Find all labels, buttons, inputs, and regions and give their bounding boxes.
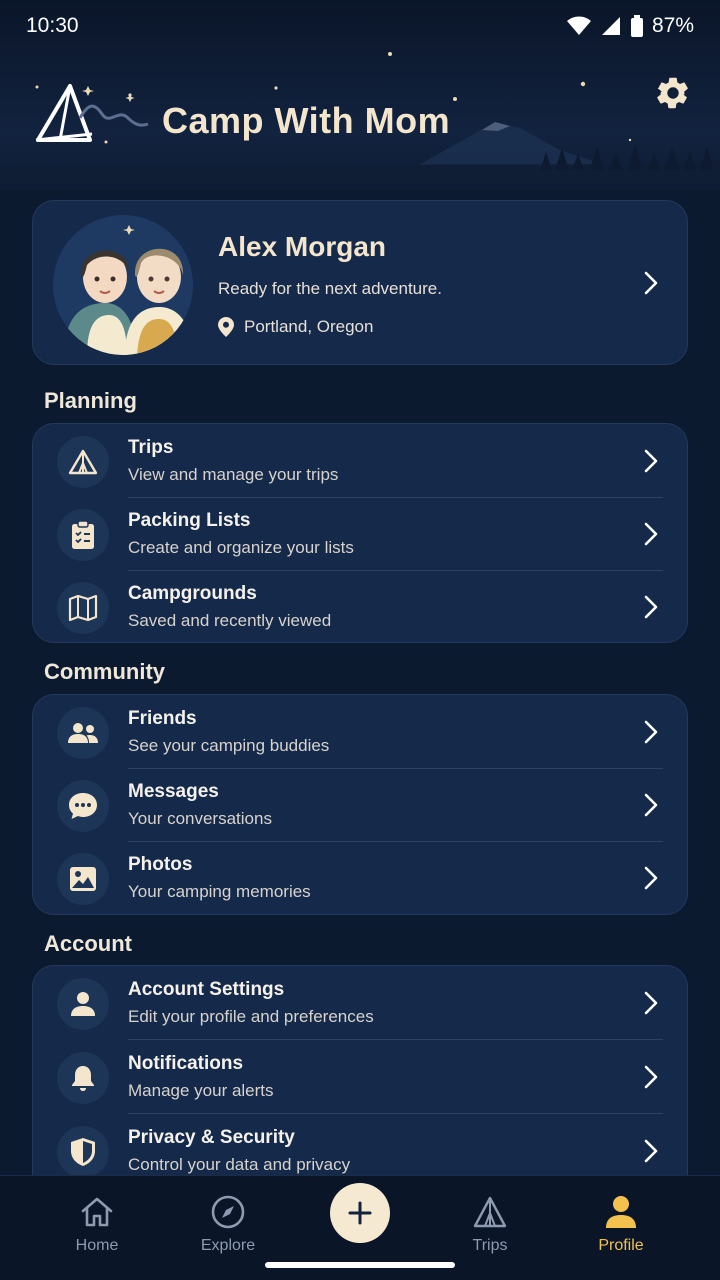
- menu-item-privacy-security[interactable]: Privacy & Security Control your data and…: [33, 1114, 687, 1175]
- app-title: Camp With Mom: [162, 100, 451, 141]
- chevron-right-icon: [644, 866, 658, 890]
- plus-icon: [348, 1201, 372, 1225]
- home-icon: [81, 1197, 113, 1227]
- menu-item-title: Friends: [128, 708, 197, 729]
- compass-icon: [211, 1195, 245, 1229]
- menu-item-title: Trips: [128, 437, 174, 458]
- person-icon: [606, 1196, 636, 1228]
- community-card: Friends See your camping buddies Message…: [32, 694, 688, 915]
- map-icon: [68, 595, 98, 621]
- nav-label: Explore: [200, 1237, 256, 1254]
- chat-bubble-icon: [69, 793, 97, 819]
- battery-percent: 87%: [651, 14, 694, 37]
- chevron-right-icon: [644, 793, 658, 817]
- menu-item-trips[interactable]: Trips View and manage your trips: [33, 424, 687, 497]
- people-icon: [68, 723, 98, 743]
- tent-logo-icon: [35, 84, 149, 142]
- avatar-illustration: [53, 215, 193, 355]
- status-time: 10:30: [26, 14, 79, 37]
- nav-label: Trips: [472, 1237, 508, 1254]
- bottom-navigation: Home Explore Trips Profile: [0, 1175, 720, 1280]
- bell-icon: [72, 1066, 94, 1091]
- chevron-right-icon: [644, 991, 658, 1015]
- account-card: Account Settings Edit your profile and p…: [32, 965, 688, 1175]
- nav-label: Home: [75, 1237, 119, 1254]
- menu-item-notifications[interactable]: Notifications Manage your alerts: [33, 1040, 687, 1113]
- nav-profile[interactable]: Profile: [571, 1176, 671, 1266]
- menu-item-messages[interactable]: Messages Your conversations: [33, 768, 687, 841]
- menu-item-subtitle: Manage your alerts: [128, 1081, 274, 1100]
- menu-item-subtitle: Edit your profile and preferences: [128, 1007, 374, 1026]
- menu-item-campgrounds[interactable]: Campgrounds Saved and recently viewed: [33, 570, 687, 643]
- profile-location-text: Portland, Oregon: [244, 317, 374, 336]
- add-button[interactable]: [330, 1183, 390, 1243]
- menu-item-title: Photos: [128, 854, 193, 875]
- chevron-right-icon: [644, 720, 658, 744]
- image-icon: [70, 867, 96, 891]
- menu-item-title: Notifications: [128, 1053, 244, 1074]
- menu-item-title: Messages: [128, 781, 219, 802]
- chevron-right-icon: [644, 449, 658, 473]
- profile-card[interactable]: Alex Morgan Ready for the next adventure…: [32, 200, 688, 365]
- app-header: 10:30 87% Camp With Mom: [0, 0, 720, 190]
- section-title-community: Community: [44, 659, 165, 684]
- person-icon: [71, 992, 95, 1016]
- menu-item-subtitle: Your conversations: [128, 809, 272, 828]
- menu-item-subtitle: Your camping memories: [128, 882, 311, 901]
- settings-button[interactable]: [654, 74, 692, 112]
- profile-name: Alex Morgan: [218, 231, 387, 262]
- chevron-right-icon: [644, 271, 658, 295]
- wifi-icon: [566, 16, 591, 35]
- menu-item-packing-lists[interactable]: Packing Lists Create and organize your l…: [33, 497, 687, 570]
- planning-card: Trips View and manage your trips Packing…: [32, 423, 688, 643]
- battery-icon: [630, 15, 643, 37]
- profile-content: Alex Morgan Ready for the next adventure…: [0, 190, 720, 1175]
- chevron-right-icon: [644, 595, 658, 619]
- menu-item-title: Privacy & Security: [128, 1127, 295, 1148]
- tent-icon: [473, 1196, 507, 1228]
- shield-icon: [71, 1138, 95, 1166]
- clipboard-checklist-icon: [72, 520, 94, 549]
- menu-item-subtitle: View and manage your trips: [128, 465, 339, 484]
- chevron-right-icon: [644, 522, 658, 546]
- profile-location: Portland, Oregon: [218, 317, 373, 337]
- location-pin-icon: [218, 317, 234, 337]
- status-bar: 10:30 87%: [0, 0, 720, 52]
- menu-item-title: Packing Lists: [128, 510, 251, 531]
- gear-icon: [657, 77, 688, 109]
- menu-item-subtitle: Create and organize your lists: [128, 538, 354, 557]
- tent-icon: [68, 449, 98, 475]
- avatar: [53, 215, 193, 355]
- chevron-right-icon: [644, 1065, 658, 1089]
- chevron-right-icon: [644, 1139, 658, 1163]
- menu-item-subtitle: See your camping buddies: [128, 736, 330, 755]
- menu-item-subtitle: Control your data and privacy: [128, 1155, 351, 1174]
- menu-item-friends[interactable]: Friends See your camping buddies: [33, 695, 687, 768]
- menu-item-account-settings[interactable]: Account Settings Edit your profile and p…: [33, 966, 687, 1039]
- home-indicator: [265, 1262, 455, 1268]
- section-title-planning: Planning: [44, 388, 137, 413]
- menu-item-title: Campgrounds: [128, 583, 257, 604]
- nav-home[interactable]: Home: [47, 1176, 147, 1266]
- nav-label: Profile: [598, 1237, 644, 1254]
- menu-item-subtitle: Saved and recently viewed: [128, 611, 332, 630]
- nav-trips[interactable]: Trips: [440, 1176, 540, 1266]
- menu-item-photos[interactable]: Photos Your camping memories: [33, 841, 687, 914]
- profile-bio: Ready for the next adventure.: [218, 279, 442, 298]
- section-title-account: Account: [44, 931, 132, 956]
- nav-explore[interactable]: Explore: [178, 1176, 278, 1266]
- cell-signal-icon: [601, 17, 620, 35]
- menu-item-title: Account Settings: [128, 979, 285, 1000]
